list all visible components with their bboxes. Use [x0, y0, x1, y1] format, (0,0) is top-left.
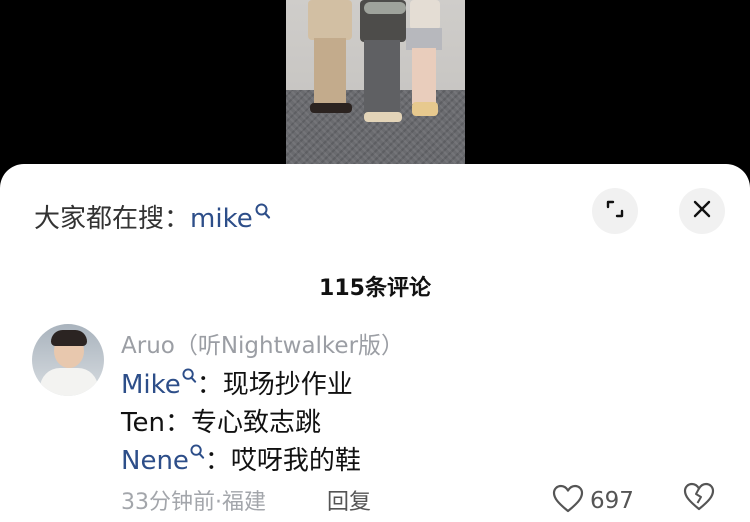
hot-search-prefix: 大家都在搜：: [34, 204, 191, 234]
comment-line: Ten：专心致志跳: [121, 402, 321, 439]
mention-link[interactable]: Nene: [121, 446, 189, 476]
avatar[interactable]: [32, 324, 104, 396]
comments-sheet: 大家都在搜：mike 115条评论 Aruo（听Nightwalker版） Mi…: [0, 164, 750, 522]
reply-button[interactable]: 回复: [327, 484, 371, 516]
video-person-right: [410, 0, 440, 30]
broken-heart-icon: [683, 482, 715, 516]
comment-line-text: Ten：专心致志跳: [121, 408, 321, 438]
comment-timestamp-location: 33分钟前·福建: [121, 490, 266, 515]
like-button[interactable]: 697: [552, 484, 634, 518]
expand-icon: [604, 198, 626, 224]
hot-search-keyword[interactable]: mike: [190, 204, 253, 234]
close-button[interactable]: [679, 188, 725, 234]
like-count: 697: [590, 488, 634, 514]
expand-button[interactable]: [592, 188, 638, 234]
video-person-middle-legs: [364, 40, 400, 114]
video-person-left-shoes: [310, 103, 352, 113]
search-icon: [182, 362, 197, 392]
video-person-right-legs: [412, 48, 436, 104]
comment-line: Mike ：现场抄作业: [121, 364, 353, 401]
video-background[interactable]: [0, 0, 750, 180]
search-icon: [190, 438, 205, 468]
comment-line-text: ：哎呀我的鞋: [204, 446, 361, 476]
comment-line-text: ：现场抄作业: [196, 370, 353, 400]
video-person-right-skirt: [406, 28, 442, 50]
avatar-shirt: [40, 368, 98, 396]
search-icon: [255, 198, 271, 228]
hot-search-prompt[interactable]: 大家都在搜：mike: [34, 198, 271, 235]
video-thumbnail[interactable]: [286, 0, 465, 165]
video-person-middle-scarf: [364, 2, 406, 14]
dislike-button[interactable]: [683, 482, 715, 516]
comment-count-title: 115条评论: [319, 276, 431, 301]
video-person-left: [308, 0, 352, 40]
comment-username[interactable]: Aruo（听Nightwalker版）: [121, 326, 404, 360]
video-person-right-shoes: [412, 102, 438, 116]
video-person-middle-shoes: [364, 112, 402, 122]
mention-link[interactable]: Mike: [121, 370, 181, 400]
comment-line: Nene ：哎呀我的鞋: [121, 440, 361, 477]
close-icon: [691, 198, 713, 224]
video-person-left-legs: [314, 38, 346, 104]
avatar-hair: [51, 330, 87, 346]
heart-icon: [552, 484, 584, 518]
